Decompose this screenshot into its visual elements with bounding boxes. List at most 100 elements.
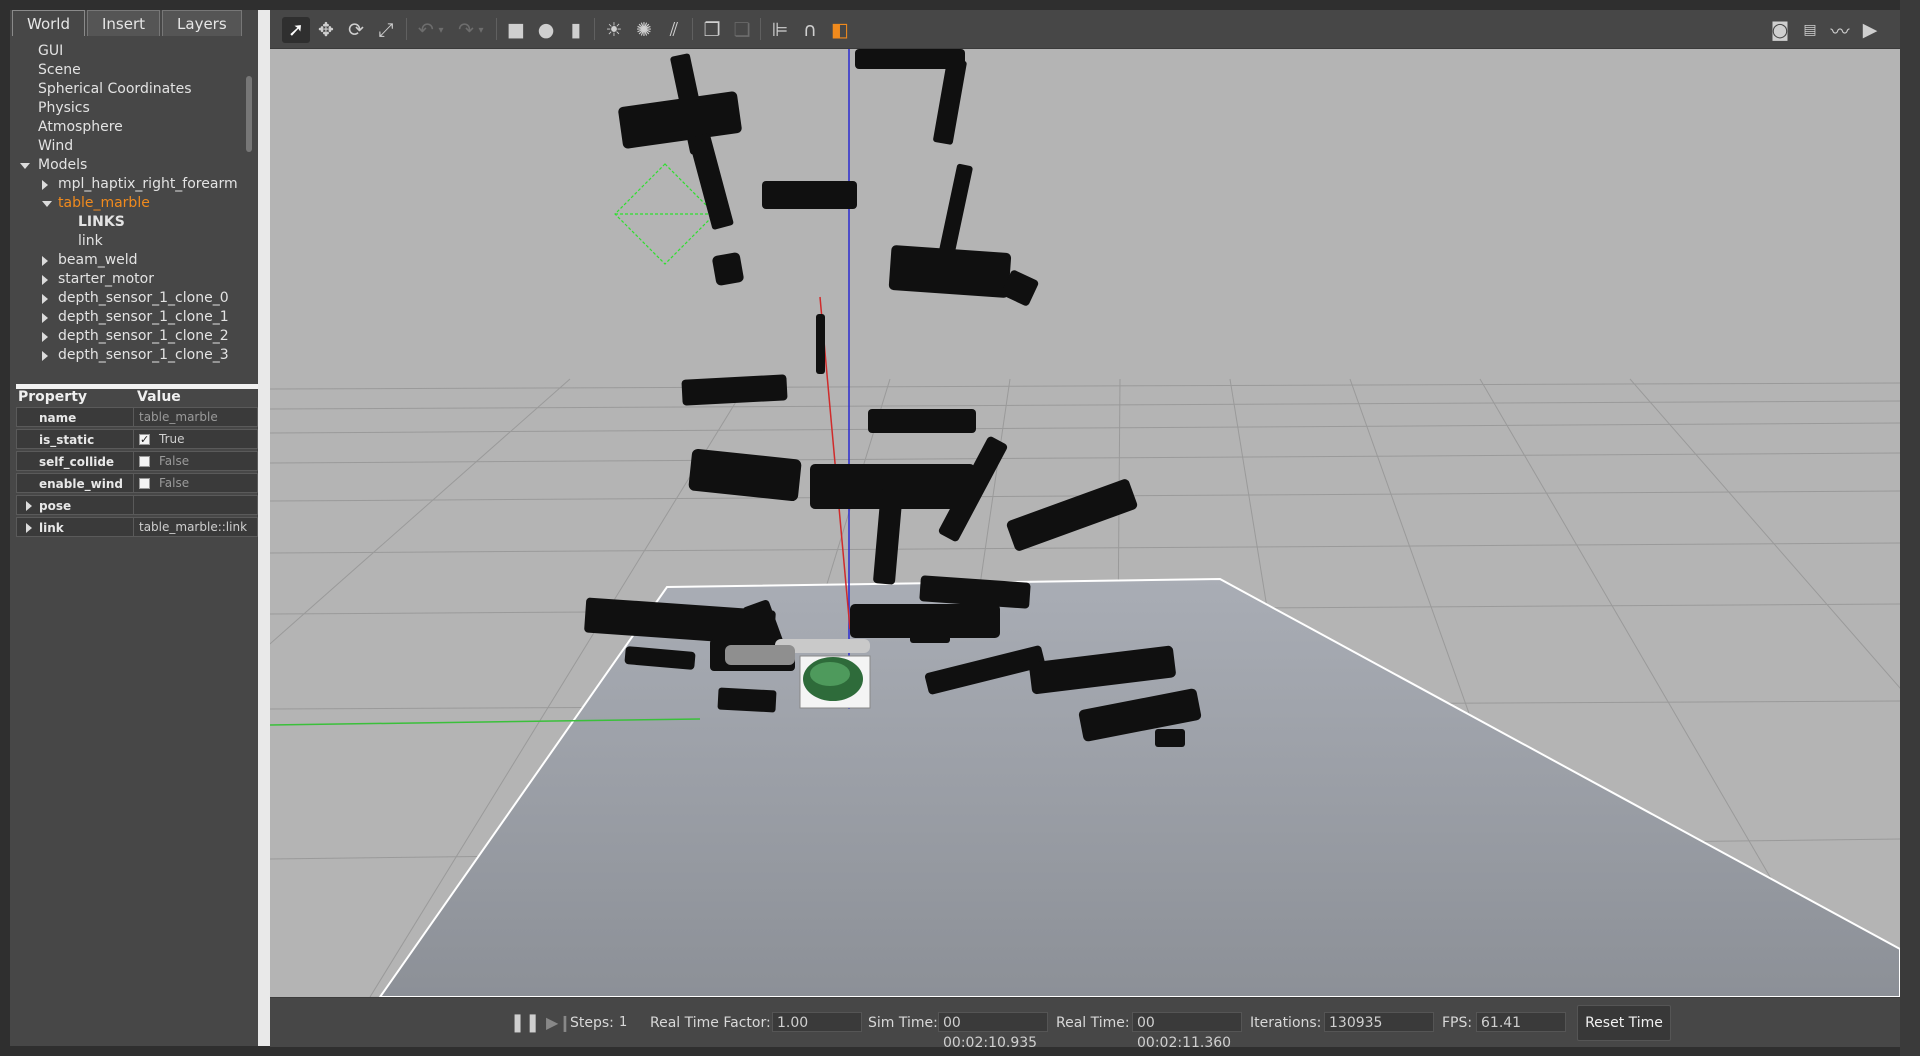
is-static-checkbox[interactable] [139,430,150,450]
property-row-is-static[interactable]: is_static True [16,429,258,450]
property-key: pose [39,499,72,513]
snap-icon[interactable]: ∩ [796,17,824,43]
fps-label: FPS: [1442,1015,1473,1031]
tree-item-label: mpl_haptix_right_forearm [58,176,238,192]
enable-wind-checkbox[interactable] [139,477,150,489]
tree-item-links-header: LINKS [14,213,250,232]
tree-item-label: table_marble [58,195,150,211]
tree-item-model[interactable]: beam_weld [14,251,250,270]
sim-time-value: 00 00:02:10.935 [938,1012,1048,1051]
tree-item-label: Models [38,157,88,173]
property-table: Property Value name table_marble is_stat… [16,390,258,537]
tree-item-model[interactable]: depth_sensor_1_clone_3 [14,346,250,365]
collapse-arrow-icon[interactable] [42,256,48,266]
property-key: self_collide [17,452,134,470]
property-row-self-collide[interactable]: self_collide False [16,451,258,471]
tree-item-label: Spherical Coordinates [38,81,192,97]
tree-item-gui[interactable]: GUI [14,42,250,61]
property-value: table_marble [139,410,218,424]
property-key: is_static [17,430,134,448]
collapse-arrow-icon[interactable] [42,180,48,190]
panel-resize-handle[interactable] [258,10,270,1046]
self-collide-checkbox[interactable] [139,455,150,467]
screenshot-icon[interactable]: ◙ [1766,17,1794,43]
redo-dropdown-icon[interactable]: ▾ [474,17,488,43]
rtf-value: 1.00 [772,1012,862,1032]
tree-item-models[interactable]: Models [14,156,250,175]
tree-item-atmosphere[interactable]: Atmosphere [14,118,250,137]
fps-value: 61.41 [1476,1012,1566,1032]
cylinder-icon[interactable]: ▮ [562,17,590,43]
tree-item-link[interactable]: link [14,232,250,251]
collapse-arrow-icon[interactable] [42,332,48,342]
value-column-header: Value [137,389,181,405]
steps-label: Steps: [570,1015,614,1031]
tree-item-model-selected[interactable]: table_marble [14,194,250,213]
paste-icon[interactable]: ❏ [728,17,756,43]
spot-light-icon[interactable]: ✺ [630,17,658,43]
tree-item-label: LINKS [78,214,125,230]
property-value: False [159,454,190,468]
tree-item-label: starter_motor [58,271,154,287]
scene-render [270,49,1900,997]
rtf-label: Real Time Factor: [650,1015,771,1031]
iterations-value: 130935 [1324,1012,1434,1032]
tab-layers[interactable]: Layers [162,10,242,36]
change-view-icon[interactable]: ◧ [826,17,854,43]
collapse-arrow-icon[interactable] [42,313,48,323]
real-time-label: Real Time: [1056,1015,1130,1031]
expand-arrow-icon[interactable] [20,163,30,169]
log-icon[interactable]: ▤ [1796,17,1824,43]
plot-icon[interactable]: 〰 [1826,17,1854,43]
pause-icon[interactable]: ❚❚ [510,1013,540,1033]
steps-value[interactable]: 1 [619,1013,627,1033]
align-icon[interactable]: ⊫ [766,17,794,43]
step-icon[interactable]: ▶❙ [546,1013,572,1033]
tree-item-label: GUI [38,43,64,59]
toolbar: ➚ ✥ ⟳ ⤢ ↶ ▾ ↷ ▾ ■ ● ▮ ☀ ✺ ⫽ ❐ ❏ ⊫ ∩ ◧ ◙ … [270,10,1900,49]
tree-item-model[interactable]: depth_sensor_1_clone_1 [14,308,250,327]
tree-item-label: depth_sensor_1_clone_0 [58,290,229,306]
tree-scrollbar[interactable] [246,76,252,152]
tree-item-label: depth_sensor_1_clone_1 [58,309,229,325]
tree-item-spherical-coordinates[interactable]: Spherical Coordinates [14,80,250,99]
collapse-arrow-icon[interactable] [42,275,48,285]
property-row-pose[interactable]: pose [16,495,258,515]
copy-icon[interactable]: ❐ [698,17,726,43]
collapse-arrow-icon[interactable] [42,294,48,304]
collapse-arrow-icon[interactable] [42,351,48,361]
tree-item-model[interactable]: depth_sensor_1_clone_2 [14,327,250,346]
undo-dropdown-icon[interactable]: ▾ [434,17,448,43]
video-icon[interactable]: ▶ [1856,17,1884,43]
tree-item-wind[interactable]: Wind [14,137,250,156]
property-row-name[interactable]: name table_marble [16,407,258,427]
iterations-label: Iterations: [1250,1015,1322,1031]
box-icon[interactable]: ■ [502,17,530,43]
property-row-link[interactable]: link table_marble::link [16,517,258,537]
tree-item-label: Wind [38,138,74,154]
tree-item-model[interactable]: mpl_haptix_right_forearm [14,175,250,194]
tab-world[interactable]: World [12,10,85,36]
directional-light-icon[interactable]: ⫽ [660,17,688,43]
tree-item-model[interactable]: depth_sensor_1_clone_0 [14,289,250,308]
tree-item-physics[interactable]: Physics [14,99,250,118]
collapse-arrow-icon[interactable] [26,501,32,511]
expand-arrow-icon[interactable] [42,201,52,207]
tree-item-label: link [78,233,103,249]
rotate-icon[interactable]: ⟳ [342,17,370,43]
tab-insert[interactable]: Insert [87,10,161,36]
scale-icon[interactable]: ⤢ [372,17,400,43]
select-icon[interactable]: ➚ [282,17,310,43]
tree-item-model[interactable]: starter_motor [14,270,250,289]
panel-tabs: World Insert Layers [12,10,244,38]
property-row-enable-wind[interactable]: enable_wind False [16,473,258,493]
property-value: False [159,476,190,490]
collapse-arrow-icon[interactable] [26,523,32,533]
tree-item-scene[interactable]: Scene [14,61,250,80]
reset-time-button[interactable]: Reset Time [1577,1005,1671,1041]
point-light-icon[interactable]: ☀ [600,17,628,43]
translate-icon[interactable]: ✥ [312,17,340,43]
sphere-icon[interactable]: ● [532,17,560,43]
3d-viewport[interactable] [270,49,1900,997]
tree-item-label: Scene [38,62,81,78]
